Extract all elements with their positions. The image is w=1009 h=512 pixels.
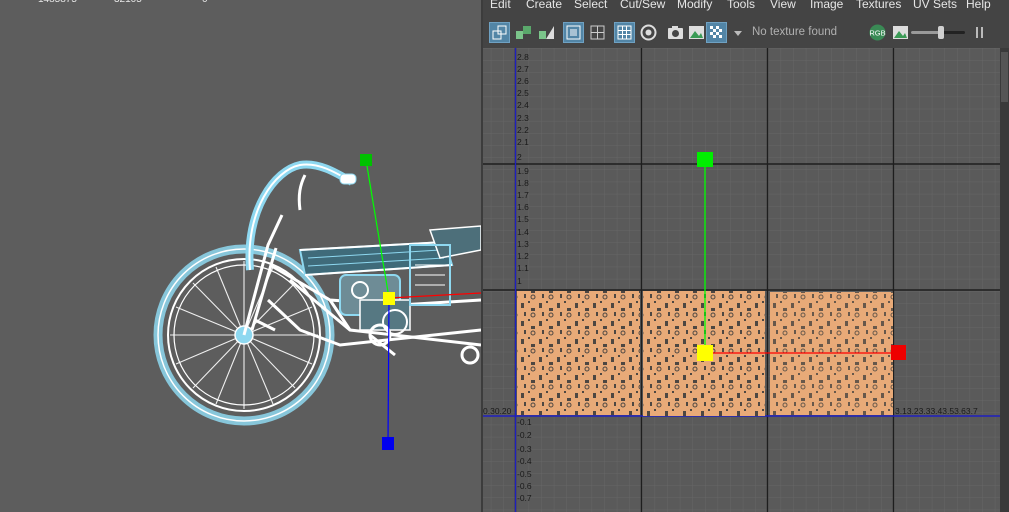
uv-v-axis-cube[interactable]	[697, 152, 713, 167]
svg-text:-0.1: -0.1	[517, 417, 532, 427]
uv-canvas[interactable]: 2.8 2.7 2.6 2.5 2.4 2.3 2.2 2.1 2 1.9 1.…	[483, 48, 1000, 512]
scrollbar-thumb[interactable]	[1001, 52, 1008, 102]
menu-textures[interactable]: Textures	[856, 0, 901, 11]
menu-select[interactable]: Select	[574, 0, 607, 11]
svg-text:1.1: 1.1	[517, 263, 529, 273]
uv-frame-icon[interactable]	[563, 22, 584, 43]
uv-editor-toolbar: No texture found RGB	[483, 19, 1009, 47]
poly-count-stat: 1485875	[38, 0, 77, 5]
motorcycle-wireframe[interactable]	[153, 160, 481, 426]
uv-shell-select-icon[interactable]	[489, 22, 510, 43]
uv-display-icon[interactable]	[587, 22, 608, 43]
svg-text:2.5: 2.5	[517, 88, 529, 98]
svg-text:2.6: 2.6	[517, 76, 529, 86]
uv-shell-1[interactable]	[517, 291, 640, 415]
rgb-channels-icon[interactable]: RGB	[867, 22, 888, 43]
menu-view[interactable]: View	[770, 0, 796, 11]
svg-text:2: 2	[517, 152, 522, 162]
n-axis-cube[interactable]	[382, 437, 394, 450]
brightness-slider-icon[interactable]	[911, 26, 965, 39]
svg-text:-0.5: -0.5	[517, 469, 532, 479]
svg-text:2.3: 2.3	[517, 113, 529, 123]
texture-dropdown-label: No texture found	[752, 26, 838, 38]
uv-center-handle[interactable]	[697, 345, 713, 361]
uv-count-stat: 0	[202, 0, 208, 5]
svg-text:-0.4: -0.4	[517, 456, 532, 466]
svg-text:1.8: 1.8	[517, 178, 529, 188]
svg-text:2.1: 2.1	[517, 137, 529, 147]
vert-count-stat: 32105	[114, 0, 142, 5]
svg-text:2.2: 2.2	[517, 125, 529, 135]
svg-text:1.3: 1.3	[517, 239, 529, 249]
brightness-slider-fill	[911, 31, 941, 34]
image-icon[interactable]	[686, 22, 707, 43]
svg-text:1.4: 1.4	[517, 227, 529, 237]
u-axis-positive-labels: 3.13.23.33.43.53.63.7	[895, 406, 978, 416]
uv-u-axis-cube[interactable]	[891, 345, 906, 360]
uv-vertical-scrollbar[interactable]	[1000, 48, 1009, 512]
svg-text:-0.3: -0.3	[517, 444, 532, 454]
dropdown-arrow-icon	[734, 31, 742, 36]
engine	[339, 225, 481, 335]
menu-cut-sew[interactable]: Cut/Sew	[620, 0, 665, 11]
svg-text:2.8: 2.8	[517, 52, 529, 62]
perspective-viewport[interactable]: 1485875 32105 0	[0, 0, 481, 512]
svg-text:2.7: 2.7	[517, 64, 529, 74]
svg-text:-0.2: -0.2	[517, 430, 532, 440]
snapshot-icon[interactable]	[665, 22, 686, 43]
u-axis-handle[interactable]	[388, 292, 481, 299]
svg-text:1.2: 1.2	[517, 251, 529, 261]
svg-text:-0.7: -0.7	[517, 493, 532, 503]
grid-icon[interactable]	[614, 22, 635, 43]
svg-text:-0.6: -0.6	[517, 481, 532, 491]
uv-smudge-icon[interactable]	[536, 22, 557, 43]
svg-text:2.4: 2.4	[517, 100, 529, 110]
svg-text:1.9: 1.9	[517, 166, 529, 176]
brightness-slider-handle[interactable]	[937, 26, 944, 39]
u-axis-negative-labels: 0.30.20	[483, 406, 512, 416]
fuel-tank	[298, 240, 454, 277]
menu-help[interactable]: Help	[966, 0, 991, 11]
svg-text:1.6: 1.6	[517, 202, 529, 212]
checker-icon[interactable]	[706, 22, 727, 43]
shaded-icon[interactable]	[638, 22, 659, 43]
rgb-label: RGB	[869, 29, 885, 38]
menu-tools[interactable]: Tools	[727, 0, 755, 11]
uv-editor-panel: Edit Create Select Cut/Sew Modify Tools …	[483, 0, 1009, 512]
v-axis-cube[interactable]	[360, 154, 372, 166]
menu-uv-sets[interactable]: UV Sets	[913, 0, 957, 11]
menu-modify[interactable]: Modify	[677, 0, 712, 11]
scene-canvas[interactable]	[0, 0, 481, 512]
svg-text:1.7: 1.7	[517, 190, 529, 200]
menu-create[interactable]: Create	[526, 0, 562, 11]
svg-text:1: 1	[517, 276, 522, 286]
menu-image[interactable]: Image	[810, 0, 843, 11]
toolbar-expand-icon[interactable]	[972, 22, 986, 43]
menu-edit[interactable]: Edit	[490, 0, 511, 11]
uv-editor-menubar: Edit Create Select Cut/Sew Modify Tools …	[483, 0, 1009, 13]
uv-lattice-icon[interactable]	[513, 22, 534, 43]
display-image-icon[interactable]	[890, 22, 911, 43]
svg-text:1.5: 1.5	[517, 214, 529, 224]
center-handle[interactable]	[383, 292, 395, 305]
